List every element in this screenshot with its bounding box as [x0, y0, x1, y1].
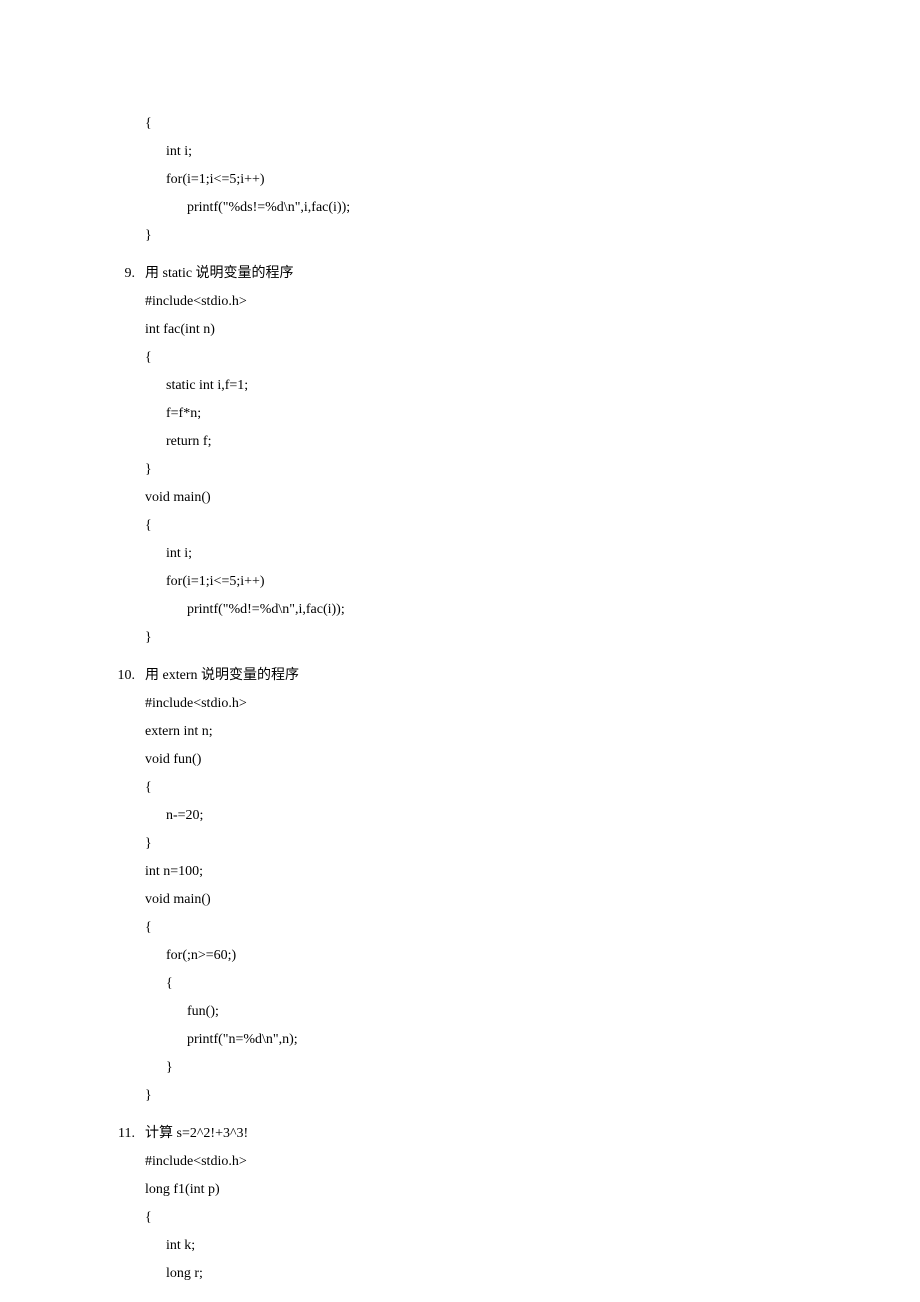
- item-marker: 10.: [0, 662, 145, 690]
- item-title: 用 static 说明变量的程序: [145, 260, 345, 288]
- item-marker: [0, 110, 145, 138]
- code-block: { int i; for(i=1;i<=5;i++) printf("%ds!=…: [145, 116, 350, 243]
- code-block: #include<stdio.h> long f1(int p) { int k…: [145, 1154, 247, 1281]
- code-block: #include<stdio.h> extern int n; void fun…: [145, 696, 298, 1103]
- list-item: { int i; for(i=1;i<=5;i++) printf("%ds!=…: [0, 110, 920, 250]
- list-item: 9. 用 static 说明变量的程序 #include<stdio.h> int…: [0, 260, 920, 652]
- item-content: { int i; for(i=1;i<=5;i++) printf("%ds!=…: [145, 110, 350, 250]
- list-item: 11. 计算 s=2^2!+3^3! #include<stdio.h> long…: [0, 1120, 920, 1288]
- item-marker: 11.: [0, 1120, 145, 1148]
- list-item: 10. 用 extern 说明变量的程序 #include<stdio.h> ex…: [0, 662, 920, 1110]
- item-content: 计算 s=2^2!+3^3! #include<stdio.h> long f1(…: [145, 1120, 248, 1288]
- page: { int i; for(i=1;i<=5;i++) printf("%ds!=…: [0, 0, 920, 1302]
- item-content: 用 static 说明变量的程序 #include<stdio.h> int fa…: [145, 260, 345, 652]
- item-title: 用 extern 说明变量的程序: [145, 662, 299, 690]
- item-marker: 9.: [0, 260, 145, 288]
- item-title: 计算 s=2^2!+3^3!: [145, 1120, 248, 1148]
- item-content: 用 extern 说明变量的程序 #include<stdio.h> extern…: [145, 662, 299, 1110]
- code-block: #include<stdio.h> int fac(int n) { stati…: [145, 294, 345, 645]
